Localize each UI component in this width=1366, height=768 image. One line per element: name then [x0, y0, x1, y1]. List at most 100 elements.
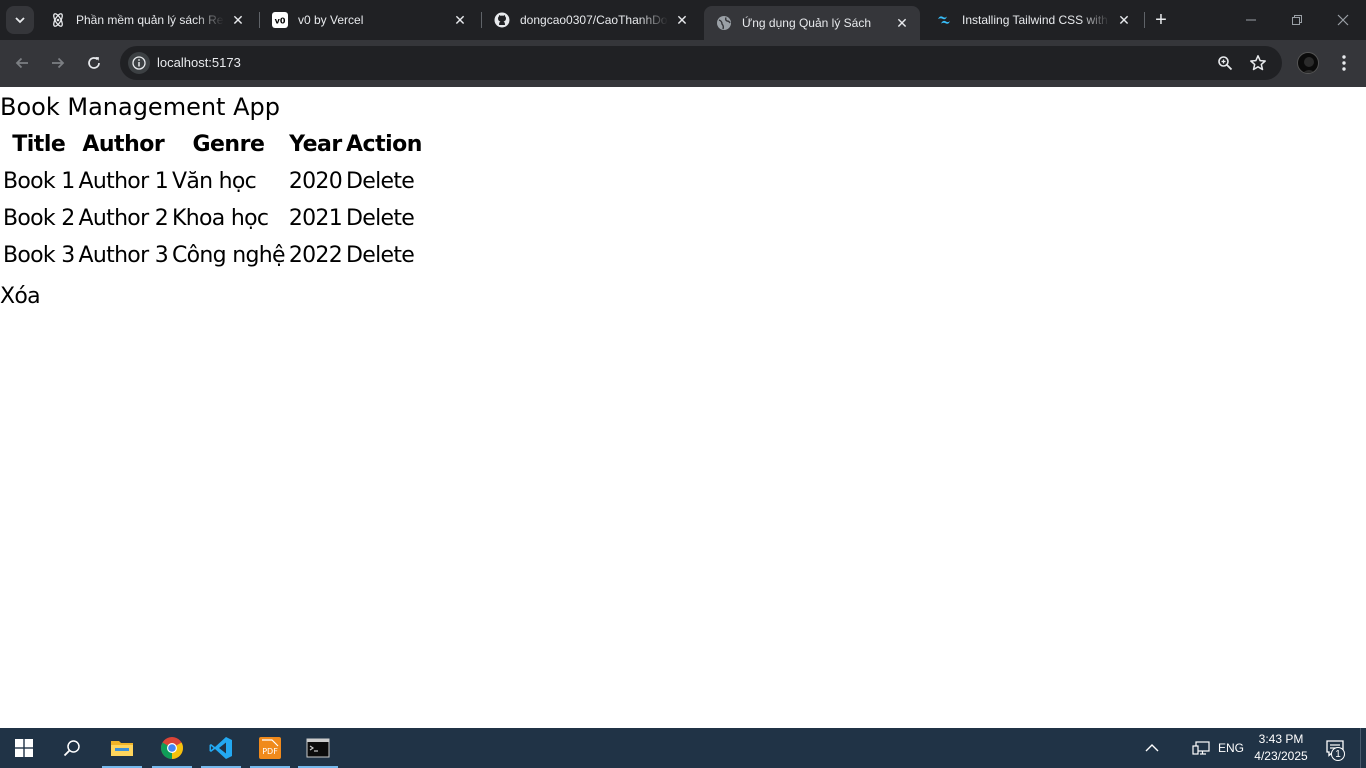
book-author-cell: Author 1	[78, 169, 169, 194]
react-icon	[50, 12, 66, 28]
taskbar-terminal[interactable]	[294, 728, 342, 768]
start-icon	[15, 739, 33, 757]
browser-tab-strip: Phần mềm quản lý sách React ✕ v0 v0 by V…	[0, 0, 1366, 40]
github-icon	[494, 12, 510, 28]
reload-button[interactable]	[80, 49, 108, 77]
column-header-genre: Genre	[192, 132, 265, 157]
address-bar[interactable]: localhost:5173	[120, 46, 1282, 80]
minimize-button[interactable]	[1228, 0, 1274, 40]
page-title: Book Management App	[0, 93, 280, 121]
svg-text:v0: v0	[275, 17, 286, 26]
show-hidden-icons-button[interactable]	[1140, 728, 1164, 768]
tailwind-icon	[936, 12, 952, 28]
browser-menu-button[interactable]	[1334, 50, 1354, 76]
arrow-left-icon	[15, 57, 28, 69]
language-indicator[interactable]: ENG	[1216, 728, 1246, 768]
chevron-down-icon	[15, 17, 25, 24]
book-title-cell: Book 2	[3, 206, 75, 231]
site-info-icon[interactable]	[128, 52, 150, 74]
close-tab-icon[interactable]: ✕	[674, 12, 690, 28]
tab-tailwind-docs[interactable]: Installing Tailwind CSS with Vite ✕	[924, 4, 1142, 36]
book-year-cell: 2021	[288, 206, 343, 231]
tab-title: Ứng dụng Quản lý Sách	[742, 16, 871, 30]
close-icon	[1337, 14, 1349, 26]
book-genre-cell: Công nghệ	[172, 243, 286, 268]
column-header-author: Author	[82, 132, 165, 157]
taskbar-pdf-reader[interactable]: PDF	[246, 728, 294, 768]
book-author-cell: Author 3	[78, 243, 169, 268]
taskbar-clock[interactable]: 3:43 PM 4/23/2025	[1250, 731, 1312, 765]
network-status-button[interactable]	[1189, 728, 1213, 768]
close-tab-icon[interactable]: ✕	[1116, 12, 1132, 28]
search-icon	[63, 740, 80, 757]
book-genre-cell: Khoa học	[172, 206, 269, 231]
file-explorer-icon	[111, 741, 133, 756]
book-year-cell: 2022	[288, 243, 343, 268]
book-title-cell: Book 1	[3, 169, 75, 194]
delete-button[interactable]: Delete	[345, 164, 423, 199]
book-genre-cell: Văn học	[172, 169, 257, 194]
books-table: Title Author Genre Year Action Book 1 Au…	[0, 125, 425, 275]
network-icon	[1192, 741, 1210, 755]
book-title-cell: Book 3	[3, 243, 75, 268]
pdf-reader-icon: PDF	[259, 737, 281, 759]
clock-time: 3:43 PM	[1258, 732, 1304, 746]
url-text[interactable]: localhost:5173	[157, 55, 241, 70]
chrome-icon	[161, 737, 183, 759]
browser-toolbar: localhost:5173	[0, 40, 1366, 87]
taskbar-file-explorer[interactable]	[98, 728, 146, 768]
forward-button[interactable]	[44, 49, 72, 77]
more-vertical-icon	[1342, 55, 1346, 71]
close-tab-icon[interactable]: ✕	[230, 12, 246, 28]
table-row: Book 3 Author 3 Công nghệ 2022 Delete	[2, 238, 423, 273]
close-window-button[interactable]	[1320, 0, 1366, 40]
restore-button[interactable]	[1274, 0, 1320, 40]
taskbar-search-button[interactable]	[48, 728, 96, 768]
back-button[interactable]	[8, 49, 36, 77]
profile-avatar[interactable]	[1297, 52, 1319, 74]
svg-text:PDF: PDF	[262, 747, 278, 756]
tab-title: dongcao0307/CaoThanhDong	[520, 13, 668, 27]
windows-taskbar: PDF ENG 3:43 PM 4/23/2025	[0, 728, 1366, 768]
arrow-right-icon	[52, 57, 65, 69]
tab-title: Phần mềm quản lý sách React	[76, 13, 224, 27]
globe-icon	[716, 15, 732, 31]
tab-github-repo[interactable]: dongcao0307/CaoThanhDong ✕	[482, 4, 700, 36]
tab-v0-vercel[interactable]: v0 v0 by Vercel ✕	[260, 4, 478, 36]
book-year-cell: 2020	[288, 169, 343, 194]
tab-title: Installing Tailwind CSS with Vite	[962, 13, 1110, 27]
column-header-year: Year	[289, 132, 342, 157]
start-button[interactable]	[0, 728, 48, 768]
column-header-action: Action	[346, 132, 422, 157]
terminal-icon	[306, 738, 330, 758]
show-desktop-button[interactable]	[1360, 728, 1366, 768]
table-row: Book 2 Author 2 Khoa học 2021 Delete	[2, 201, 423, 236]
tab-title: v0 by Vercel	[298, 13, 364, 27]
chevron-up-icon	[1145, 744, 1159, 752]
table-row: Book 1 Author 1 Văn học 2020 Delete	[2, 164, 423, 199]
zoom-icon[interactable]	[1215, 53, 1235, 73]
restore-icon	[1292, 15, 1302, 25]
close-tab-icon[interactable]: ✕	[452, 12, 468, 28]
minimize-icon	[1246, 19, 1256, 21]
delete-label-text[interactable]: Xóa	[0, 284, 41, 309]
tab-react-app[interactable]: Phần mềm quản lý sách React ✕	[38, 4, 256, 36]
clock-date: 4/23/2025	[1254, 749, 1308, 763]
tab-search-button[interactable]	[6, 6, 34, 34]
table-header-row: Title Author Genre Year Action	[2, 127, 423, 162]
column-header-title: Title	[12, 132, 66, 157]
taskbar-chrome[interactable]	[148, 728, 196, 768]
bookmark-star-icon[interactable]	[1248, 53, 1268, 73]
tab-book-management[interactable]: Ứng dụng Quản lý Sách ✕	[704, 6, 920, 40]
taskbar-vscode[interactable]	[197, 728, 245, 768]
book-author-cell: Author 2	[78, 206, 169, 231]
close-tab-icon[interactable]: ✕	[894, 15, 910, 31]
v0-logo-icon: v0	[272, 12, 288, 28]
vscode-icon	[209, 737, 232, 759]
page-viewport: Book Management App Title Author Genre Y…	[0, 87, 1366, 728]
delete-button[interactable]: Delete	[345, 238, 423, 273]
notification-count-badge: 1	[1331, 747, 1345, 761]
delete-button[interactable]: Delete	[345, 201, 423, 236]
reload-icon	[88, 57, 100, 69]
new-tab-button[interactable]: +	[1150, 8, 1172, 32]
